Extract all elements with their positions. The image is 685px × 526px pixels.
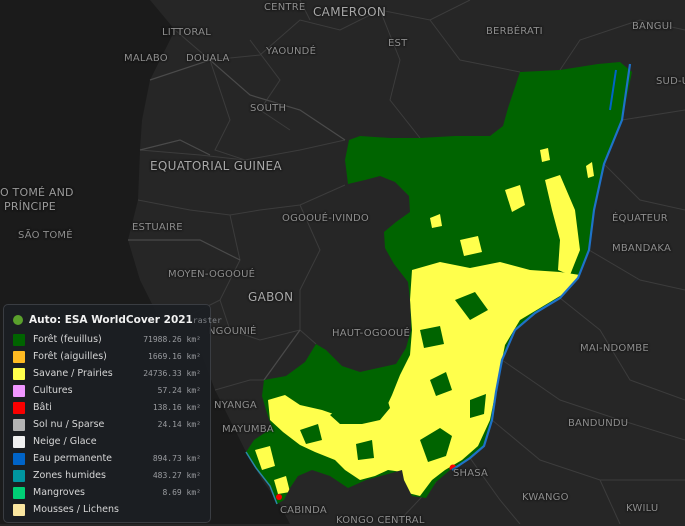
map-label-moyen-ogooue: MOYEN-OGOOUÉ — [168, 269, 256, 280]
map-label-berberati: BERBÉRATI — [486, 26, 543, 37]
map-label-malabo: MALABO — [124, 53, 168, 64]
map-label-yaounde: YAOUNDÉ — [266, 46, 317, 57]
legend-item-area: 57.24 km² — [157, 386, 201, 395]
legend-item[interactable]: Forêt (aiguilles) 1669.16 km² — [13, 348, 201, 365]
legend-item[interactable]: Savane / Prairies 24736.33 km² — [13, 365, 201, 382]
legend-item[interactable]: Sol nu / Sparse 24.14 km² — [13, 416, 201, 433]
legend-item-label: Forêt (aiguilles) — [33, 351, 107, 362]
legend-item-label: Eau permanente — [33, 453, 113, 464]
map-label-south: SOUTH — [250, 103, 287, 114]
legend-swatch — [13, 435, 25, 448]
legend-item[interactable]: Eau permanente 894.73 km² — [13, 450, 201, 467]
map-label-littoral: LITTORAL — [162, 27, 211, 38]
layer-status-dot — [13, 315, 23, 325]
map-label-kinshasa: SHASA — [453, 468, 489, 479]
legend-item[interactable]: Bâti 138.16 km² — [13, 399, 201, 416]
map-label-kwilu: KWILU — [626, 503, 659, 514]
legend-item[interactable]: Zones humides 483.27 km² — [13, 467, 201, 484]
map-label-mayumba: MAYUMBA — [222, 424, 274, 435]
map-label-mbandaka: MBANDAKA — [612, 243, 671, 254]
map-label-ogooue-ivindo: OGOOUÉ-IVINDO — [282, 213, 369, 224]
legend-item[interactable]: Mousses / Lichens — [13, 501, 201, 518]
map-label-est: EST — [388, 38, 408, 49]
legend-swatch — [13, 350, 25, 363]
map-label-douala: DOUALA — [186, 53, 230, 64]
legend-item-label: Savane / Prairies — [33, 368, 113, 379]
map-label-sao-tome-city: SÃO TOMÉ — [18, 230, 73, 241]
legend-item-area: 24736.33 km² — [143, 369, 201, 378]
legend-title: Auto: ESA WorldCover 2021 — [29, 314, 193, 326]
legend-header[interactable]: Auto: ESA WorldCover 2021 raster — [13, 312, 222, 328]
legend-item-area: 71988.26 km² — [143, 335, 201, 344]
legend-items: Forêt (feuillus) 71988.26 km² Forêt (aigui… — [13, 331, 201, 518]
legend-swatch — [13, 469, 25, 482]
map-label-centre: CENTRE — [264, 2, 306, 13]
map-label-cameroon: CAMEROON — [313, 5, 387, 19]
legend-item-area: 24.14 km² — [157, 420, 201, 429]
legend-item-label: Bâti — [33, 402, 52, 413]
legend-item-label: Neige / Glace — [33, 436, 97, 447]
legend-layer-type: raster — [192, 315, 222, 325]
map-label-equateur: ÉQUATEUR — [612, 213, 668, 224]
legend-item-area: 483.27 km² — [152, 471, 201, 480]
map-label-kwango: KWANGO — [522, 492, 569, 503]
legend-item-label: Cultures — [33, 385, 73, 396]
map-label-haut-ogooue: HAUT-OGOOUÉ — [332, 328, 410, 339]
legend-item[interactable]: Neige / Glace — [13, 433, 201, 450]
legend-swatch — [13, 384, 25, 397]
map-label-sao-tome-and: O TOMÉ AND — [0, 186, 74, 199]
legend-swatch — [13, 503, 25, 516]
legend-item-label: Mangroves — [33, 487, 85, 498]
legend-item-label: Zones humides — [33, 470, 106, 481]
legend-item[interactable]: Cultures 57.24 km² — [13, 382, 201, 399]
map-label-mai-ndombe: MAI-NDOMBE — [580, 343, 649, 354]
map-label-nyanga: NYANGA — [214, 400, 257, 411]
legend-item-area: 894.73 km² — [152, 454, 201, 463]
legend-item[interactable]: Mangroves 8.69 km² — [13, 484, 201, 501]
map-label-ngounie: NGOUNIÉ — [208, 326, 257, 337]
legend-swatch — [13, 418, 25, 431]
map-label-equatorial-guinea: EQUATORIAL GUINEA — [150, 159, 282, 173]
map-label-bangui: BANGUI — [632, 21, 673, 32]
builtup-pointe-noire — [276, 494, 282, 500]
map-label-kongo-central: KONGO CENTRAL — [336, 515, 425, 526]
legend-item-area: 1669.16 km² — [148, 352, 201, 361]
legend-swatch — [13, 333, 25, 346]
map-label-estuaire: ESTUAIRE — [132, 222, 183, 233]
map-label-bandundu: BANDUNDU — [568, 418, 629, 429]
legend-swatch — [13, 486, 25, 499]
legend-item-label: Mousses / Lichens — [33, 504, 119, 515]
legend-item-area: 138.16 km² — [152, 403, 201, 412]
map-label-gabon: GABON — [248, 290, 294, 304]
map-label-principe: PRÍNCIPE — [4, 200, 56, 213]
legend-panel[interactable]: Auto: ESA WorldCover 2021 raster Forêt (… — [3, 304, 222, 523]
legend-item[interactable]: Forêt (feuillus) 71988.26 km² — [13, 331, 201, 348]
legend-item-area: 8.69 km² — [162, 488, 201, 497]
legend-item-label: Forêt (feuillus) — [33, 334, 102, 345]
legend-swatch — [13, 401, 25, 414]
legend-swatch — [13, 452, 25, 465]
map-label-cabinda: CABINDA — [280, 505, 327, 516]
legend-swatch — [13, 367, 25, 380]
legend-item-label: Sol nu / Sparse — [33, 419, 105, 430]
map-label-sud-u: SUD-U — [656, 76, 685, 87]
